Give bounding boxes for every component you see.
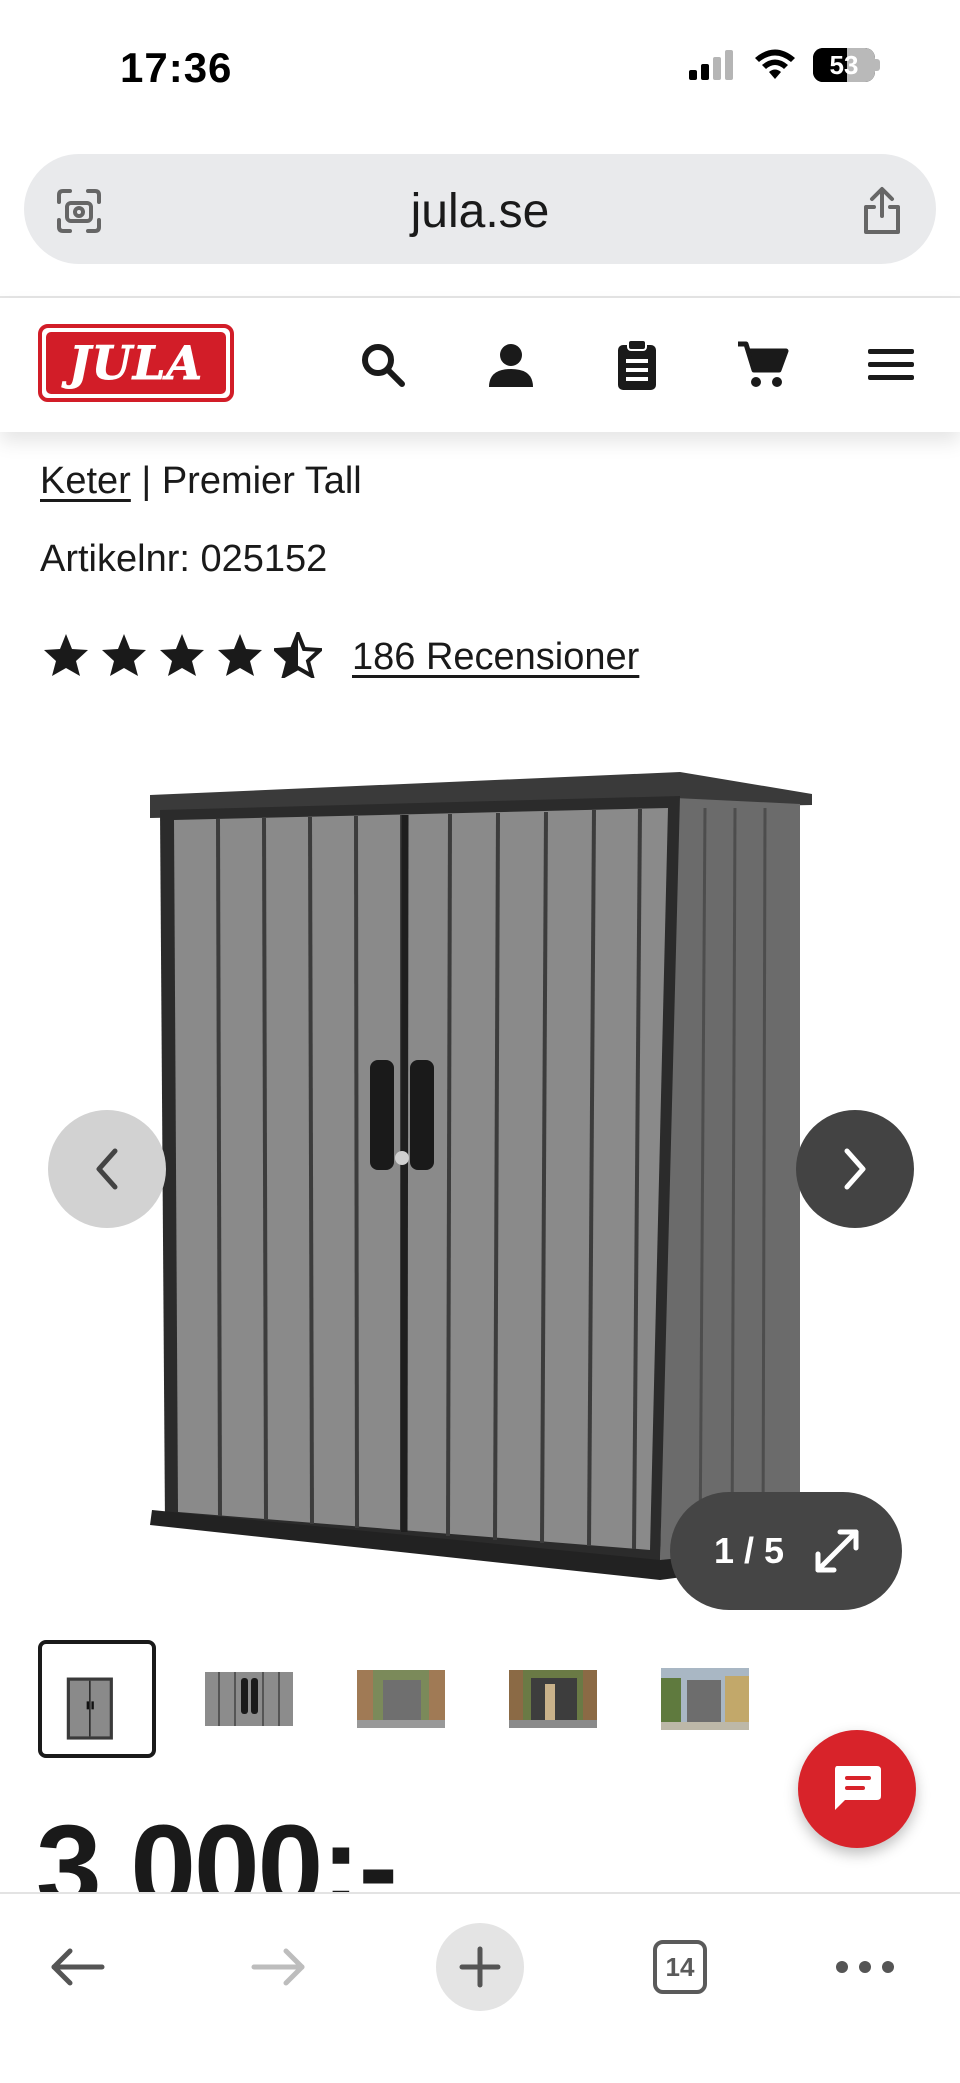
address-bar[interactable]: jula.se bbox=[24, 154, 936, 264]
back-button[interactable] bbox=[32, 1922, 122, 2012]
search-icon[interactable] bbox=[352, 334, 414, 396]
cart-icon[interactable] bbox=[732, 334, 794, 396]
rating-stars bbox=[42, 632, 322, 678]
thumbnail-4[interactable] bbox=[494, 1640, 612, 1758]
next-image-button[interactable] bbox=[796, 1110, 914, 1228]
arrow-left-icon bbox=[51, 1948, 105, 1986]
more-button[interactable] bbox=[820, 1922, 910, 2012]
chevron-right-icon bbox=[844, 1148, 866, 1190]
logo-text: JULA bbox=[69, 336, 203, 391]
thumbnail-1[interactable] bbox=[38, 1640, 156, 1758]
previous-image-button[interactable] bbox=[48, 1110, 166, 1228]
share-icon[interactable] bbox=[860, 186, 904, 241]
brand-link[interactable]: Keter bbox=[40, 460, 131, 502]
product-title: Keter | Premier Tall bbox=[40, 460, 362, 503]
thumbnail-strip bbox=[38, 1640, 764, 1758]
tabs-button[interactable]: 14 bbox=[635, 1922, 725, 2012]
url-text: jula.se bbox=[410, 185, 550, 238]
plus-icon bbox=[459, 1946, 501, 1988]
image-counter: 1 / 5 bbox=[714, 1530, 785, 1571]
status-time: 17:36 bbox=[120, 44, 233, 91]
expand-icon[interactable] bbox=[814, 1528, 860, 1574]
thumbnail-5[interactable] bbox=[646, 1640, 764, 1758]
battery-icon: 53 bbox=[813, 48, 875, 82]
new-tab-button[interactable] bbox=[435, 1922, 525, 2012]
thumbnail-2[interactable] bbox=[190, 1640, 308, 1758]
arrow-right-icon bbox=[251, 1948, 305, 1986]
star-half-icon bbox=[274, 632, 322, 678]
star-full-icon bbox=[102, 634, 146, 676]
reviews-link[interactable]: 186 Recensioner bbox=[352, 636, 639, 679]
wifi-icon bbox=[755, 49, 795, 79]
tab-count: 14 bbox=[653, 1940, 707, 1994]
more-dots-icon bbox=[836, 1961, 894, 1973]
chat-icon bbox=[835, 1766, 881, 1810]
thumbnail-3[interactable] bbox=[342, 1640, 460, 1758]
browser-toolbar: 14 bbox=[0, 1892, 960, 2083]
chevron-left-icon bbox=[96, 1148, 118, 1190]
jula-logo[interactable]: JULA bbox=[38, 324, 234, 402]
cellular-signal-icon bbox=[689, 50, 733, 80]
battery-level: 53 bbox=[829, 49, 859, 80]
status-icons: 53 bbox=[689, 48, 880, 82]
person-icon[interactable] bbox=[480, 334, 542, 396]
star-full-icon bbox=[218, 634, 262, 676]
clipboard-icon[interactable] bbox=[606, 334, 668, 396]
image-counter-pill[interactable]: 1 / 5 bbox=[670, 1492, 902, 1610]
title-separator: | bbox=[130, 460, 162, 502]
product-image[interactable] bbox=[140, 760, 820, 1590]
sku-value: 025152 bbox=[200, 538, 328, 580]
article-number: Artikelnr: 025152 bbox=[40, 538, 327, 581]
star-full-icon bbox=[44, 634, 88, 676]
hamburger-menu-icon[interactable] bbox=[860, 334, 922, 396]
sku-label: Artikelnr: bbox=[40, 538, 201, 580]
chat-button[interactable] bbox=[798, 1730, 916, 1848]
product-name: Premier Tall bbox=[161, 460, 362, 502]
forward-button[interactable] bbox=[234, 1922, 324, 2012]
site-header: JULA bbox=[0, 298, 960, 432]
star-full-icon bbox=[160, 634, 204, 676]
